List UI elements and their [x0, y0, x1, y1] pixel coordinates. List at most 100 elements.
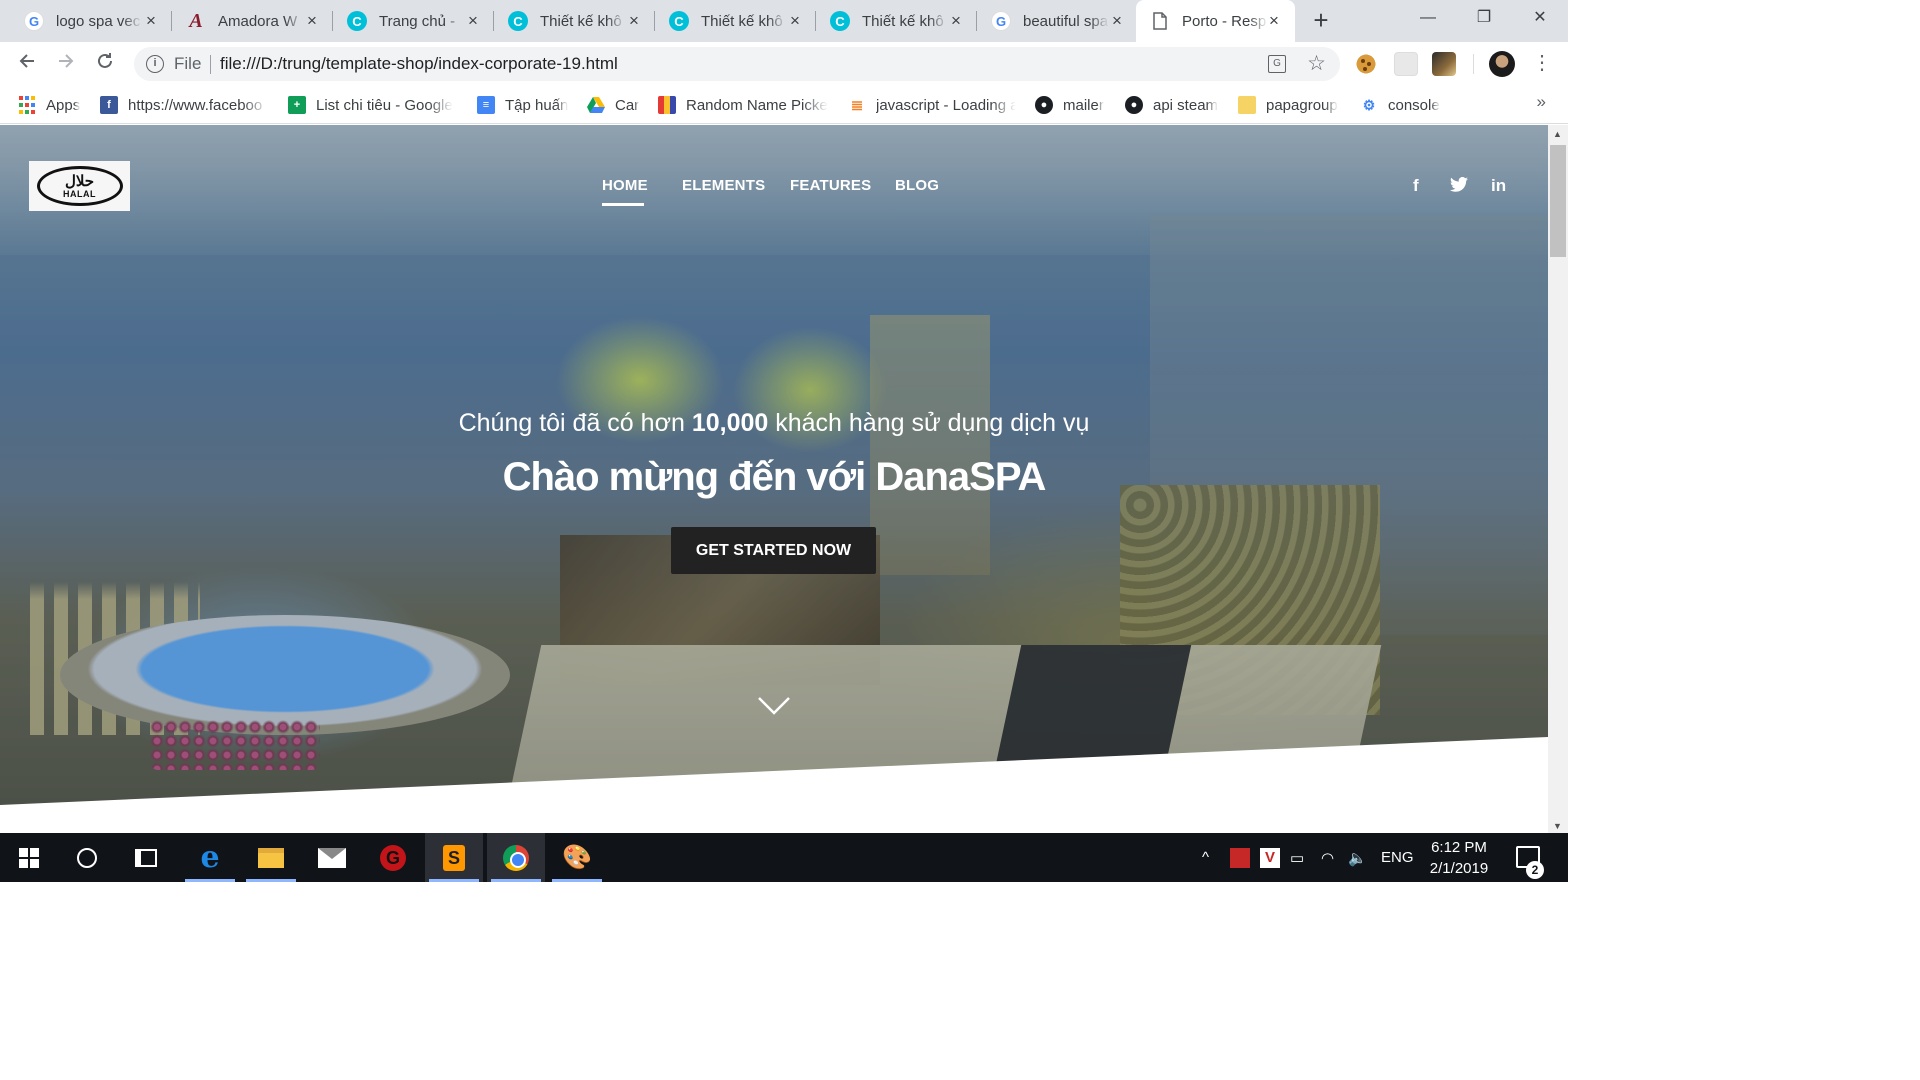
browser-toolbar: i File file:///D:/trung/template-shop/in… [0, 42, 1568, 86]
volume-icon[interactable]: 🔈 [1348, 833, 1367, 882]
task-view-button[interactable] [117, 833, 175, 882]
back-button[interactable] [12, 49, 42, 79]
taskbar-chrome[interactable] [487, 833, 545, 882]
close-tab-icon[interactable]: × [303, 12, 321, 30]
close-tab-icon[interactable]: × [1108, 12, 1126, 30]
browser-tab[interactable]: A Amadora W × [172, 0, 333, 42]
scheme-label: File [174, 54, 202, 73]
sublime-text-icon: S [443, 844, 465, 871]
browser-tab[interactable]: C Thiết kế khô × [655, 0, 816, 42]
scroll-up-arrow-icon[interactable]: ▲ [1553, 129, 1562, 139]
document-icon [1150, 11, 1170, 31]
taskbar-edge[interactable]: e [181, 833, 239, 882]
google-drive-icon [587, 96, 605, 114]
bookmark-star-icon[interactable]: ☆ [1307, 51, 1326, 76]
scrollbar-thumb[interactable] [1550, 145, 1566, 257]
tab-title: Trang chủ - [379, 12, 456, 30]
translate-icon[interactable]: G [1268, 55, 1286, 73]
console-icon: ⚙ [1362, 96, 1376, 113]
folder-icon [258, 847, 284, 868]
reload-icon [98, 53, 112, 68]
web-page: حلال HALAL HOME ELEMENTS FEATURES BLOG f… [0, 125, 1548, 833]
restore-button[interactable]: ❐ [1456, 0, 1512, 38]
new-tab-button[interactable]: + [1308, 7, 1334, 34]
system-clock[interactable]: 6:12 PM 2/1/2019 [1424, 837, 1494, 879]
tab-title: Thiết kế khô [540, 12, 622, 30]
canva-icon: C [508, 11, 528, 31]
wifi-icon[interactable]: ◠ [1321, 833, 1334, 882]
close-tab-icon[interactable]: × [1265, 12, 1283, 30]
bookmark-mailer[interactable]: ● mailer [1035, 93, 1104, 117]
bookmark-list-chi-tieu[interactable]: + List chi tiêu - Google [288, 93, 453, 117]
start-button[interactable] [0, 833, 58, 882]
bookmark-console[interactable]: ⚙ console [1360, 93, 1440, 117]
minimize-button[interactable]: — [1400, 0, 1456, 38]
reload-button[interactable] [90, 49, 120, 79]
taskbar-garena[interactable]: G [364, 833, 422, 882]
google-docs-icon: ≡ [477, 96, 495, 114]
extension-icon[interactable] [1432, 52, 1456, 76]
canva-icon: C [669, 11, 689, 31]
apps-grid-icon [18, 96, 36, 114]
cookie-extension-icon[interactable] [1354, 52, 1378, 76]
browser-tab[interactable]: C Thiết kế khô × [816, 0, 977, 42]
browser-tab[interactable]: C Thiết kế khô × [494, 0, 655, 42]
close-tab-icon[interactable]: × [786, 12, 804, 30]
taskbar-mail[interactable] [303, 833, 361, 882]
url-text[interactable]: file:///D:/trung/template-shop/index-cor… [220, 54, 618, 74]
tab-title: Porto - Resp [1182, 12, 1267, 30]
scroll-down-arrow-icon[interactable]: ▼ [1553, 821, 1562, 831]
info-icon[interactable]: i [146, 55, 164, 73]
bookmark-random-name-picker[interactable]: Random Name Picke [658, 93, 828, 117]
tab-title: Thiết kế khô [701, 12, 783, 30]
page-scrollbar[interactable]: ▲ ▼ [1548, 125, 1568, 833]
browser-tab-active[interactable]: Porto - Resp × [1136, 0, 1295, 42]
stackoverflow-icon: ≣ [850, 97, 864, 114]
cortana-button[interactable] [58, 833, 116, 882]
bookmark-papagroup[interactable]: papagroup [1238, 93, 1338, 117]
show-hidden-icons-button[interactable]: ^ [1202, 833, 1209, 882]
clock-time: 6:12 PM [1431, 839, 1487, 856]
google-icon: G [24, 11, 44, 31]
bookmark-car[interactable]: Car [587, 93, 639, 117]
battery-icon[interactable]: ▭ [1290, 833, 1304, 882]
task-view-icon [135, 848, 157, 867]
tab-title: Amadora W [218, 12, 298, 30]
google-sheets-icon: + [288, 96, 306, 114]
browser-tab[interactable]: G logo spa vec × [10, 0, 172, 42]
taskbar-sublime-text[interactable]: S [425, 833, 483, 882]
bookmarks-overflow-button[interactable]: » [1537, 92, 1546, 112]
taskbar-paint[interactable]: 🎨 [548, 833, 606, 882]
windows-logo-icon [19, 847, 39, 868]
close-tab-icon[interactable]: × [625, 12, 643, 30]
address-bar[interactable]: i File file:///D:/trung/template-shop/in… [134, 47, 1340, 81]
tab-title: logo spa vec [56, 12, 141, 30]
canva-icon: C [830, 11, 850, 31]
mail-icon [318, 847, 346, 868]
language-indicator[interactable]: ENG [1381, 833, 1414, 882]
windows-taskbar: e G S 🎨 ^ V ▭ ◠ 🔈 ENG 6:12 PM 2/1/2019 2 [0, 833, 1568, 882]
close-tab-icon[interactable]: × [947, 12, 965, 30]
browser-tab[interactable]: C Trang chủ - × [333, 0, 494, 42]
bookmark-tap-huan[interactable]: ≡ Tập huấn [477, 93, 568, 117]
garena-icon: G [380, 844, 406, 871]
bookmark-api-steam[interactable]: ● api steam [1125, 93, 1218, 117]
close-tab-icon[interactable]: × [142, 12, 160, 30]
facebook-icon: f [100, 96, 118, 114]
close-window-button[interactable]: ✕ [1512, 0, 1568, 38]
menu-kebab-icon[interactable]: ⋮ [1532, 50, 1552, 76]
browser-tab[interactable]: G beautiful spa × [977, 0, 1138, 42]
bookmark-facebook[interactable]: f https://www.faceboo [100, 93, 268, 117]
profile-avatar[interactable] [1489, 51, 1515, 77]
google-icon: G [991, 11, 1011, 31]
kaspersky-icon[interactable] [1230, 833, 1250, 882]
bookmark-javascript[interactable]: ≣ javascript - Loading a [848, 93, 1016, 117]
forward-button[interactable] [51, 49, 81, 79]
bookmark-apps[interactable]: Apps [18, 93, 80, 117]
antivirus-v-icon[interactable]: V [1260, 833, 1280, 882]
close-tab-icon[interactable]: × [464, 12, 482, 30]
extension-icon[interactable] [1394, 52, 1418, 76]
github-icon: ● [1035, 96, 1053, 114]
taskbar-file-explorer[interactable] [242, 833, 300, 882]
browser-tab-strip: G logo spa vec × A Amadora W × C Trang c… [0, 0, 1568, 42]
